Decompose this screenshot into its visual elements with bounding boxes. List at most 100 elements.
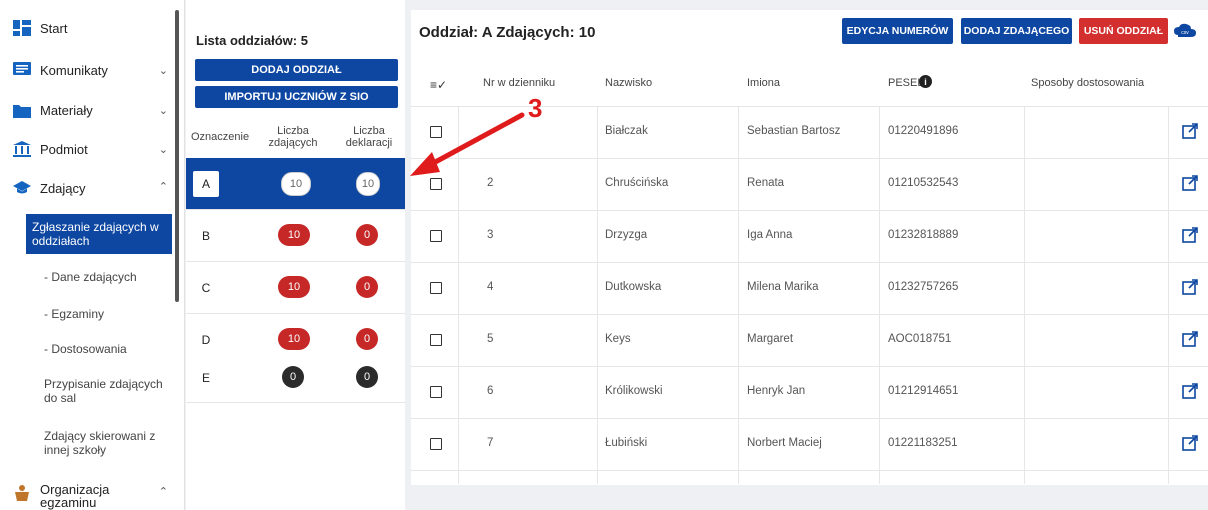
cell-names: Margaret	[747, 333, 794, 345]
column-settings-icon[interactable]: ≡✓	[430, 78, 447, 92]
row-checkbox[interactable]	[430, 178, 442, 190]
chevron-down-icon: ⌄	[158, 65, 168, 77]
cell-pesel: 01210532543	[888, 177, 959, 189]
table-row[interactable]: 4 Dutkowska Milena Marika 01232757265	[411, 263, 1208, 315]
edit-icon[interactable]	[1182, 331, 1198, 347]
cell-pesel: AOC018751	[888, 333, 952, 345]
cell-pesel: 01232757265	[888, 281, 959, 293]
students-count-badge: 10	[278, 276, 310, 298]
delete-branch-button[interactable]: USUŃ ODDZIAŁ	[1079, 18, 1168, 44]
chevron-down-icon: ⌄	[158, 144, 168, 156]
table-row[interactable]: 5 Keys Margaret AOC018751	[411, 315, 1208, 367]
col-header-oznaczenie: Oznaczenie	[191, 131, 250, 143]
students-count-badge: 0	[282, 366, 304, 388]
cell-nr: 5	[487, 333, 494, 345]
row-checkbox[interactable]	[430, 282, 442, 294]
cell-surname: Królikowski	[605, 385, 663, 397]
csv-export-icon[interactable]: csv	[1174, 23, 1196, 39]
chevron-up-icon: ⌃	[158, 486, 168, 498]
table-footer	[411, 485, 1208, 510]
sidebar-subitem-zglaszanie[interactable]: Zgłaszanie zdających w oddziałach	[26, 214, 172, 254]
cell-nr: 6	[487, 385, 494, 397]
table-row[interactable]: 6 Królikowski Henryk Jan 01212914651	[411, 367, 1208, 419]
info-icon[interactable]: i	[919, 75, 932, 88]
cell-names: Iga Anna	[747, 229, 793, 241]
cell-names: Norbert Maciej	[747, 437, 822, 449]
sidebar-subitem-label: Zgłaszanie zdających w oddziałach	[32, 220, 159, 248]
col-header-names: Imiona	[747, 77, 781, 89]
row-checkbox[interactable]	[430, 438, 442, 450]
cell-names: Milena Marika	[747, 281, 819, 293]
sidebar-subitem-label: - Dostosowania	[44, 342, 127, 356]
branch-label: A	[193, 171, 219, 197]
sidebar-item-start[interactable]: Start	[0, 18, 172, 38]
person-desk-icon	[12, 483, 32, 503]
import-students-button[interactable]: IMPORTUJ UCZNIÓW Z SIO	[195, 86, 398, 108]
cell-pesel: 01220491896	[888, 125, 959, 137]
sidebar-subitem-dane[interactable]: - Dane zdających	[44, 270, 172, 284]
students-count-badge: 10	[278, 224, 310, 246]
row-checkbox[interactable]	[430, 126, 442, 138]
column-divider	[1024, 107, 1025, 484]
branch-list-panel: Lista oddziałów: 5 DODAJ ODDZIAŁ IMPORTU…	[186, 0, 405, 510]
edit-icon[interactable]	[1182, 123, 1198, 139]
table-row[interactable]: 3 Drzyzga Iga Anna 01232818889	[411, 211, 1208, 263]
sidebar-item-zdajacy[interactable]: Zdający ⌃	[0, 178, 172, 198]
edit-icon[interactable]	[1182, 227, 1198, 243]
add-branch-button[interactable]: DODAJ ODDZIAŁ	[195, 59, 398, 81]
sidebar-subitem-przypisanie[interactable]: Przypisanie zdających do sal	[44, 377, 172, 405]
edit-icon[interactable]	[1182, 435, 1198, 451]
edit-icon[interactable]	[1182, 175, 1198, 191]
cell-names: Sebastian Bartosz	[747, 125, 841, 137]
branch-list-title: Lista oddziałów: 5	[196, 33, 308, 48]
message-icon	[12, 60, 32, 80]
graduation-cap-icon	[12, 178, 32, 198]
col-header-adjustments: Sposoby dostosowania	[1031, 77, 1145, 89]
dashboard-icon	[12, 18, 32, 38]
students-count-badge: 10	[278, 328, 310, 350]
col-header-liczba-deklaracji: Liczba deklaracji	[345, 125, 393, 149]
svg-text:csv: csv	[1181, 30, 1189, 36]
declarations-count-badge: 0	[356, 328, 378, 350]
row-checkbox[interactable]	[430, 230, 442, 242]
sidebar-scrollbar[interactable]	[175, 10, 179, 302]
cell-names: Renata	[747, 177, 785, 189]
add-student-button[interactable]: DODAJ ZDAJĄCEGO	[961, 18, 1072, 44]
sidebar-subitem-label: Zdający skierowani z innej szkoły	[44, 429, 156, 457]
column-divider	[597, 107, 598, 484]
sidebar-item-materialy[interactable]: Materiały ⌄	[0, 100, 172, 120]
row-checkbox[interactable]	[430, 334, 442, 346]
sidebar-item-organizacja[interactable]: Organizacja egzaminu ⌃	[0, 483, 172, 509]
folder-icon	[12, 100, 32, 120]
sidebar-item-podmiot[interactable]: Podmiot ⌄	[0, 139, 172, 159]
students-panel: Oddział: A Zdających: 10 EDYCJA NUMERÓW …	[411, 10, 1208, 510]
sidebar-subitem-egzaminy[interactable]: - Egzaminy	[44, 307, 172, 321]
column-divider	[458, 107, 459, 484]
branch-label: C	[193, 275, 219, 301]
table-row[interactable]: 7 Łubiński Norbert Maciej 01221183251	[411, 419, 1208, 471]
sidebar-subitem-dostosowania[interactable]: - Dostosowania	[44, 342, 172, 356]
edit-numbers-button[interactable]: EDYCJA NUMERÓW	[842, 18, 953, 44]
students-count-badge: 10	[281, 172, 311, 196]
cell-surname: Keys	[605, 333, 631, 345]
cell-pesel: 01212914651	[888, 385, 959, 397]
cell-nr: 7	[487, 437, 494, 449]
sidebar-subitem-skierowani[interactable]: Zdający skierowani z innej szkoły	[44, 429, 172, 457]
col-header-surname: Nazwisko	[605, 77, 653, 89]
declarations-count-badge: 0	[356, 276, 378, 298]
sidebar-item-label: Materiały	[40, 102, 93, 118]
edit-icon[interactable]	[1182, 279, 1198, 295]
branch-row-a[interactable]: A 10 10	[186, 158, 405, 210]
branch-row-b[interactable]: B 10 0	[186, 210, 405, 262]
row-checkbox[interactable]	[430, 386, 442, 398]
branch-row-c[interactable]: C 10 0	[186, 262, 405, 314]
table-row[interactable]: 2 Chruścińska Renata 01210532543	[411, 159, 1208, 211]
col-header-pesel: PESEL	[888, 77, 924, 89]
institution-icon	[12, 139, 32, 159]
branch-row-e[interactable]: E 0 0	[186, 352, 405, 403]
declarations-count-badge: 0	[356, 366, 378, 388]
edit-icon[interactable]	[1182, 383, 1198, 399]
sidebar-item-komunikaty[interactable]: Komunikaty ⌄	[0, 60, 172, 80]
branch-label: D	[193, 327, 219, 353]
sidebar-item-label: Organizacja egzaminu	[40, 482, 110, 510]
